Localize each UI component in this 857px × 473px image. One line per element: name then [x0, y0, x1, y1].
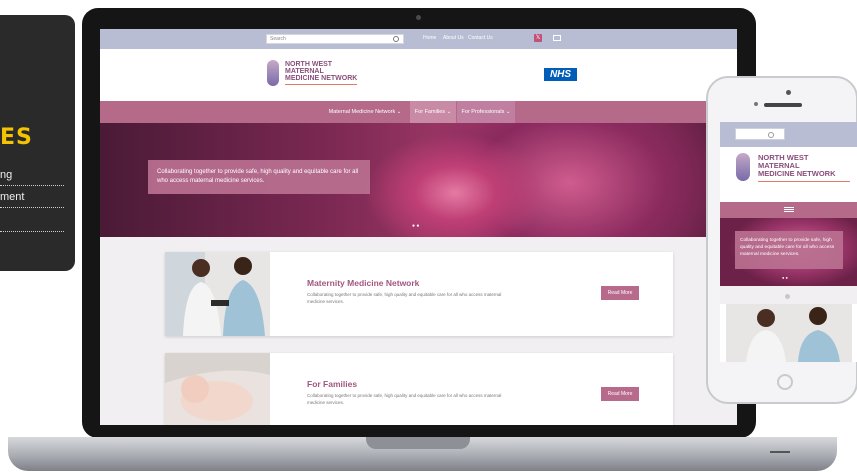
phone-camera	[786, 90, 791, 95]
phone-section-dot	[785, 294, 790, 299]
hero-caption: Collaborating together to provide safe, …	[148, 160, 370, 194]
card-for-families: For Families Collaborating together to p…	[165, 353, 673, 425]
logo-line-1: NORTH WEST	[285, 61, 333, 68]
laptop-camera	[416, 15, 421, 20]
nav-maternal-medicine-network[interactable]: Maternal Medicine Network ⌄	[322, 101, 408, 123]
newborn-baby-photo	[165, 353, 270, 425]
nhs-logo[interactable]: NHS	[544, 68, 577, 81]
network-logo-text[interactable]: NORTH WEST MATERNAL MEDICINE NETWORK	[285, 61, 357, 82]
phone-hero-caption: Collaborating together to provide safe, …	[735, 231, 843, 269]
card-description: Collaborating together to provide safe, …	[307, 393, 502, 405]
side-card-heading: ES	[0, 125, 33, 150]
logo-line-2: MATERNAL	[285, 68, 324, 75]
phone-speaker	[764, 103, 802, 107]
laptop-base-notch	[366, 437, 470, 449]
card-maternity-medicine-network: Maternity Medicine Network Collaborating…	[165, 252, 673, 336]
hamburger-menu-icon[interactable]	[784, 207, 794, 208]
phone-slider-dots[interactable]: ● ●	[782, 275, 788, 280]
top-link-about[interactable]: About Us	[443, 35, 464, 41]
phone-logo-line-3: MEDICINE NETWORK	[758, 169, 836, 178]
mail-icon[interactable]	[553, 35, 561, 41]
card-title[interactable]: For Families	[307, 379, 357, 389]
logo-underline	[285, 84, 357, 85]
search-icon[interactable]	[768, 132, 774, 138]
logo-line-3: MEDICINE NETWORK	[285, 75, 358, 82]
read-more-button[interactable]: Read More	[601, 387, 639, 401]
phone-logo-underline	[758, 181, 850, 182]
phone-menu-bar[interactable]	[720, 202, 857, 218]
side-info-card: ES ng ment	[0, 15, 75, 271]
search-icon[interactable]	[393, 36, 399, 42]
phone-logo-text[interactable]: NORTH WEST MATERNAL MEDICINE NETWORK	[758, 154, 836, 178]
slider-dots[interactable]: ● ●	[412, 223, 419, 229]
phone-sensor	[754, 102, 758, 106]
nav-for-families[interactable]: For Families ⌄	[410, 101, 456, 123]
site-header	[100, 49, 737, 101]
top-link-home[interactable]: Home	[423, 35, 436, 41]
network-logo-icon[interactable]	[736, 153, 750, 181]
phone-doctor-patient-photo	[726, 304, 852, 362]
laptop-screen: Search Home About Us Contact Us 𝕏 NORTH …	[100, 29, 737, 425]
site-search-input[interactable]: Search	[266, 34, 404, 44]
laptop-indicator	[770, 451, 790, 453]
phone-screen: NORTH WEST MATERNAL MEDICINE NETWORK Col…	[720, 122, 857, 362]
hero-banner: Collaborating together to provide safe, …	[100, 123, 737, 237]
x-social-icon[interactable]: 𝕏	[534, 34, 542, 42]
side-card-line-1: ng	[0, 165, 64, 186]
card-description: Collaborating together to provide safe, …	[307, 292, 502, 304]
phone-home-button[interactable]	[777, 374, 793, 390]
side-card-line-3	[0, 211, 64, 232]
doctor-patient-photo	[165, 252, 270, 336]
search-placeholder: Search	[270, 36, 286, 42]
network-logo-icon[interactable]	[267, 60, 279, 86]
site-top-bar	[100, 29, 737, 49]
phone-search-input[interactable]	[735, 128, 785, 140]
nav-for-professionals[interactable]: For Professionals ⌄	[457, 101, 515, 123]
read-more-button[interactable]: Read More	[601, 286, 639, 300]
top-link-contact[interactable]: Contact Us	[468, 35, 493, 41]
side-card-line-2: ment	[0, 187, 64, 208]
card-title[interactable]: Maternity Medicine Network	[307, 278, 419, 288]
